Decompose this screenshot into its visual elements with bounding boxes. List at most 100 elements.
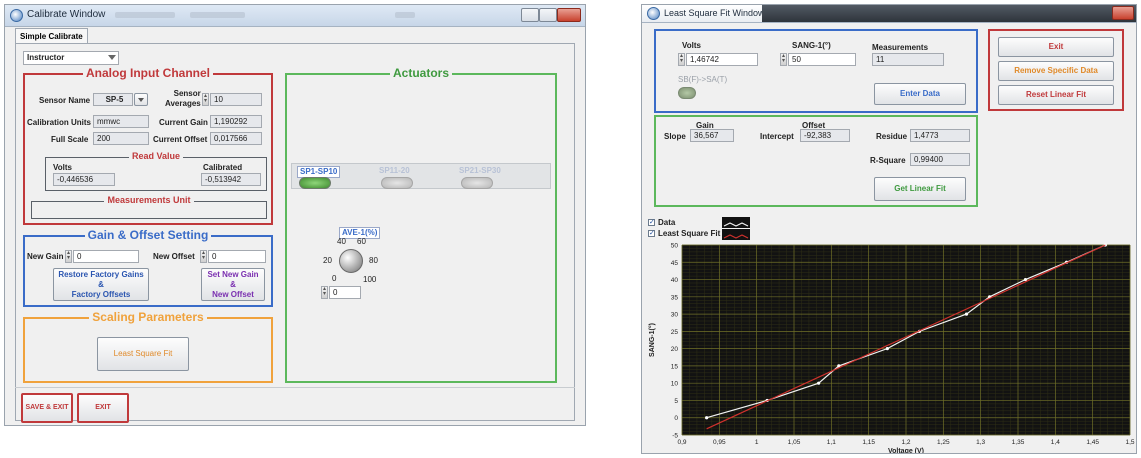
x-tick-label: 1,3 xyxy=(976,439,985,446)
residue-label: Residue xyxy=(876,132,908,141)
y-tick-label: 45 xyxy=(671,260,679,267)
reset-linear-fit-button[interactable]: Reset Linear Fit xyxy=(998,85,1114,105)
tab-simple-calibrate[interactable]: Simple Calibrate xyxy=(15,28,88,44)
save-exit-button[interactable]: SAVE & EXIT xyxy=(21,393,73,423)
knob-tick-20: 20 xyxy=(323,256,332,265)
current-gain-label: Current Gain xyxy=(159,118,208,127)
enter-data-button[interactable]: Enter Data xyxy=(874,83,966,105)
role-select[interactable]: Instructor xyxy=(23,51,119,65)
titlebar-blur xyxy=(115,12,175,18)
get-linear-fit-button[interactable]: Get Linear Fit xyxy=(874,177,966,201)
lsf-titlebar-dark xyxy=(762,5,1136,22)
ave-knob[interactable] xyxy=(339,249,363,273)
new-gain-label: New Gain xyxy=(27,252,64,261)
x-tick-label: 0,9 xyxy=(677,439,686,446)
calibrate-titlebar[interactable]: Calibrate Window xyxy=(5,5,585,27)
y-tick-label: 5 xyxy=(674,398,678,405)
calibrate-window: Calibrate Window Simple Calibrate Instru… xyxy=(4,4,586,426)
y-tick-label: 40 xyxy=(671,277,679,284)
data-series-checkbox[interactable]: ✓ xyxy=(648,219,655,226)
x-tick-label: 1,1 xyxy=(827,439,836,446)
sp-group-2-toggle[interactable] xyxy=(381,177,413,189)
knob-tick-80: 80 xyxy=(369,256,378,265)
sensor-dropdown-button[interactable] xyxy=(134,93,148,106)
new-gain-field[interactable]: 0 xyxy=(73,250,139,263)
data-point xyxy=(885,347,889,351)
lsf-chart[interactable]: 0,9 0,95 1 1,05 1,1 1,15 1,2 1,25 1,3 1,35 1,4 1,45… xyxy=(642,239,1136,454)
calibrate-window-title: Calibrate Window xyxy=(27,9,106,20)
data-point xyxy=(964,312,969,316)
knob-value-field[interactable]: 0 xyxy=(329,286,361,299)
volts-field[interactable]: 1,46742 xyxy=(686,53,758,66)
set-new-gain-button[interactable]: Set New Gain & New Offset xyxy=(201,268,265,301)
y-tick-label: 50 xyxy=(671,243,679,250)
minimize-button[interactable] xyxy=(521,8,539,22)
close-button[interactable] xyxy=(1112,6,1134,20)
restore-factory-button[interactable]: Restore Factory Gains & Factory Offsets xyxy=(53,268,149,301)
sensor-averages-label: Sensor Averages xyxy=(165,89,201,109)
current-gain-field: 1,190292 xyxy=(210,115,262,128)
new-offset-field[interactable]: 0 xyxy=(208,250,266,263)
sensor-name-select[interactable]: SP-5 xyxy=(93,93,133,106)
y-tick-label: 20 xyxy=(671,346,679,353)
sensor-name-label: Sensor Name xyxy=(39,96,91,105)
remove-specific-data-button[interactable]: Remove Specific Data xyxy=(998,61,1114,81)
x-tick-label: 1,25 xyxy=(937,439,950,446)
sensor-name-value: SP-5 xyxy=(105,95,124,104)
current-offset-field: 0,017566 xyxy=(210,132,262,145)
new-gain-stepper[interactable]: ▴ ▾ xyxy=(65,250,72,263)
sp-group-3-toggle[interactable] xyxy=(461,177,493,189)
lsf-window: Least Square Fit Window Volts ▴ ▾ 1,46742… xyxy=(641,4,1137,454)
calibration-units-label: Calibration Units xyxy=(27,118,92,127)
least-square-fit-button[interactable]: Least Square Fit xyxy=(97,337,189,371)
chevron-down-icon xyxy=(138,97,144,102)
exit-button[interactable]: EXIT xyxy=(77,393,129,423)
calibration-units-field[interactable]: mmwc xyxy=(93,115,149,128)
new-offset-stepper[interactable]: ▴ ▾ xyxy=(200,250,207,263)
full-scale-label: Full Scale xyxy=(51,135,89,144)
rsquare-field: 0,99400 xyxy=(910,153,970,166)
sp-group-3-label: SP21-SP30 xyxy=(459,166,501,175)
restore-label-1: Restore Factory Gains xyxy=(58,269,144,279)
legend-data-swatch[interactable] xyxy=(722,217,750,228)
sensor-averages-field[interactable]: 10 xyxy=(210,93,262,106)
sang-field[interactable]: 50 xyxy=(788,53,856,66)
sp-group-1-toggle[interactable] xyxy=(299,177,331,189)
volts-stepper[interactable]: ▴ ▾ xyxy=(678,53,685,66)
x-tick-label: 1,35 xyxy=(1012,439,1025,446)
scaling-title: Scaling Parameters xyxy=(89,310,207,324)
legend-lsf-label: Least Square Fit xyxy=(658,229,721,238)
lsf-series-checkbox[interactable]: ✓ xyxy=(648,230,655,237)
set-label-1: Set New Gain xyxy=(207,269,259,279)
y-tick-label: 25 xyxy=(671,329,679,336)
direction-led[interactable] xyxy=(678,87,696,99)
measurements-label: Measurements xyxy=(872,43,929,52)
direction-led-label: SB(F)->SA(T) xyxy=(678,75,728,84)
maximize-button[interactable] xyxy=(539,8,557,22)
set-label-3: New Offset xyxy=(212,289,254,299)
y-tick-label: 0 xyxy=(674,415,678,422)
x-tick-label: 1,45 xyxy=(1086,439,1099,446)
x-tick-label: 1,4 xyxy=(1051,439,1060,446)
x-tick-label: 1 xyxy=(755,439,759,446)
x-tick-label: 1,2 xyxy=(901,439,910,446)
full-scale-field[interactable]: 200 xyxy=(93,132,149,145)
restore-label-2: & xyxy=(98,279,104,289)
gain-offset-title: Gain & Offset Setting xyxy=(84,228,212,242)
app-icon xyxy=(10,9,23,22)
lsf-titlebar[interactable]: Least Square Fit Window xyxy=(642,5,1136,23)
sensor-averages-label-1: Sensor xyxy=(173,89,201,98)
residue-field: 1,4773 xyxy=(910,129,970,142)
app-icon xyxy=(647,7,660,20)
sang-stepper[interactable]: ▴ ▾ xyxy=(780,53,787,66)
close-button[interactable] xyxy=(557,8,581,22)
slope-field: 36,567 xyxy=(690,129,734,142)
knob-value-stepper[interactable]: ▴ ▾ xyxy=(321,286,328,299)
exit-button[interactable]: Exit xyxy=(998,37,1114,57)
sang-label: SANG-1(°) xyxy=(792,41,831,50)
new-offset-label: New Offset xyxy=(153,252,195,261)
sensor-averages-stepper[interactable]: ▴ ▾ xyxy=(202,93,209,106)
calibrated-label: Calibrated xyxy=(203,163,243,172)
slope-label: Slope xyxy=(664,132,686,141)
chevron-down-icon xyxy=(108,55,116,60)
